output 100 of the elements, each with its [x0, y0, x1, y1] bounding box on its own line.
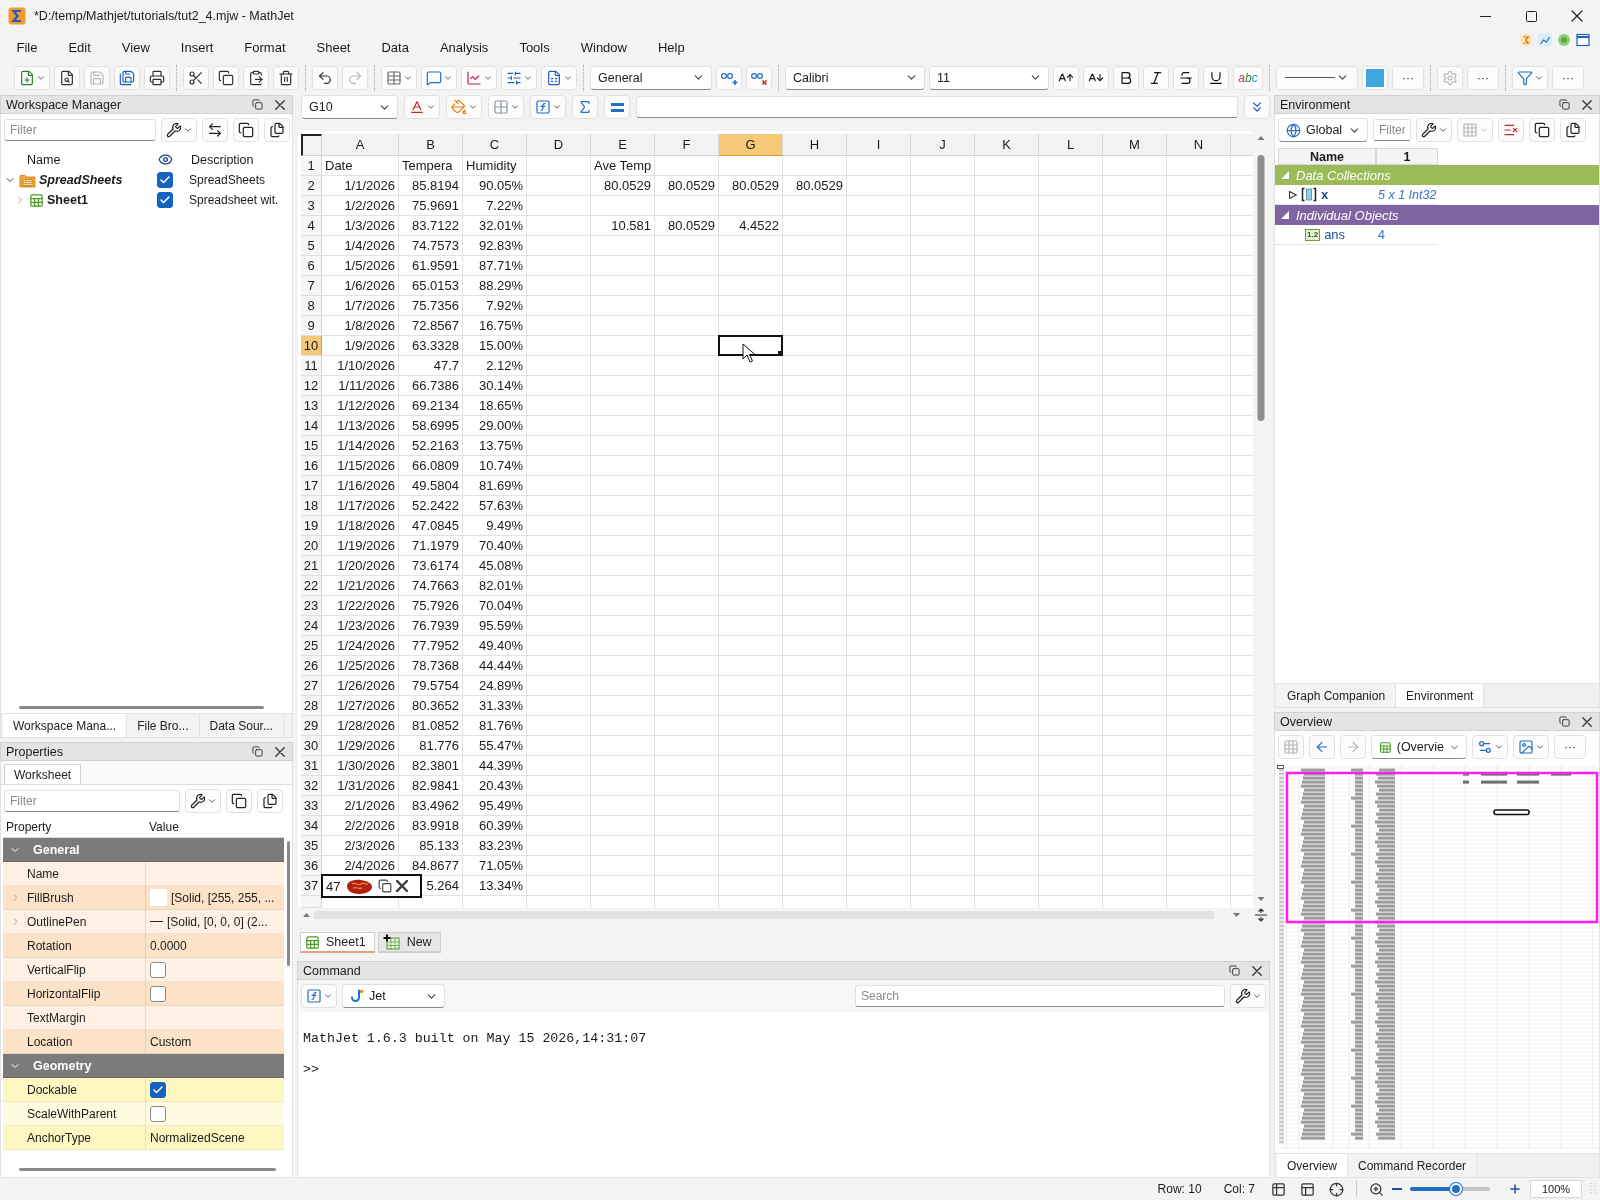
- shrink-font-button[interactable]: [1083, 65, 1109, 90]
- spreadsheet-cell[interactable]: 44.39%: [463, 756, 527, 776]
- spreadsheet-cell[interactable]: 74.7663: [399, 576, 463, 596]
- number-format-dropdown[interactable]: General: [590, 65, 712, 90]
- spreadsheet-cell[interactable]: 1/30/2026: [322, 756, 399, 776]
- spreadsheet-cell[interactable]: 1/29/2026: [322, 736, 399, 756]
- language-dropdown[interactable]: Jet: [342, 984, 445, 1008]
- spreadsheet-cell[interactable]: 1/5/2026: [322, 256, 399, 276]
- sheet-dropdown[interactable]: (Overvie: [1371, 735, 1467, 759]
- row-header[interactable]: 33: [301, 796, 322, 816]
- bold-button[interactable]: [1113, 65, 1139, 90]
- spreadsheet-cell[interactable]: 83.23%: [463, 836, 527, 856]
- column-header[interactable]: K: [975, 134, 1039, 156]
- restore-window-icon[interactable]: [378, 879, 393, 893]
- spreadsheet-cell[interactable]: 84.8677: [399, 856, 463, 876]
- row-header[interactable]: 13: [301, 396, 322, 416]
- row-header[interactable]: 22: [301, 576, 322, 596]
- column-header[interactable]: J: [911, 134, 975, 156]
- copy-button[interactable]: [213, 65, 239, 90]
- spreadsheet-cell[interactable]: 30.14%: [463, 376, 527, 396]
- grid-view-icon[interactable]: [1271, 1181, 1286, 1197]
- underline-button[interactable]: [1203, 65, 1229, 90]
- copy-windows-button[interactable]: [233, 118, 259, 142]
- filter-field[interactable]: Filter: [4, 119, 156, 141]
- row-header[interactable]: 2: [301, 176, 322, 196]
- column-header[interactable]: M: [1103, 134, 1167, 156]
- spreadsheet-cell[interactable]: 7.92%: [463, 296, 527, 316]
- column-header[interactable]: L: [1039, 134, 1103, 156]
- slider-thumb[interactable]: [1450, 1183, 1462, 1195]
- close-icon[interactable]: [275, 99, 285, 110]
- row-header[interactable]: 5: [301, 236, 322, 256]
- filter-field[interactable]: Filter: [4, 790, 180, 812]
- spreadsheet-cell[interactable]: 77.7952: [399, 636, 463, 656]
- spreadsheet-cell[interactable]: 75.7926: [399, 596, 463, 616]
- float-window-icon[interactable]: [252, 99, 263, 110]
- spreadsheet-cell[interactable]: 1/20/2026: [322, 556, 399, 576]
- spreadsheet-cell[interactable]: 1/14/2026: [322, 436, 399, 456]
- spreadsheet-cell[interactable]: 85.8194: [399, 176, 463, 196]
- row-header[interactable]: 36: [301, 856, 322, 876]
- clear-button[interactable]: [1498, 118, 1524, 142]
- spreadsheet-cell[interactable]: 58.6995: [399, 416, 463, 436]
- spreadsheet-cell[interactable]: Ave Temp: [591, 156, 655, 176]
- spreadsheet-cell[interactable]: 55.47%: [463, 736, 527, 756]
- filter-field[interactable]: Filter: [1373, 119, 1411, 141]
- wrench-button[interactable]: [161, 118, 197, 142]
- collapse-button[interactable]: [1244, 95, 1270, 119]
- menu-item[interactable]: Insert: [165, 39, 229, 55]
- row-header[interactable]: 3: [301, 196, 322, 216]
- formula-input-field[interactable]: [636, 96, 1238, 118]
- column-header[interactable]: B: [399, 134, 463, 156]
- paste-button[interactable]: [243, 65, 269, 90]
- spreadsheet-cell[interactable]: 1/19/2026: [322, 536, 399, 556]
- row-header[interactable]: 9: [301, 316, 322, 336]
- menu-item[interactable]: Format: [228, 39, 301, 55]
- horizontal-scrollbar[interactable]: [19, 706, 264, 709]
- variable-name[interactable]: ans: [1324, 227, 1346, 242]
- menu-item[interactable]: File: [1, 39, 53, 55]
- spreadsheet-cell[interactable]: 1/13/2026: [322, 416, 399, 436]
- spreadsheet-cell[interactable]: 60.39%: [463, 816, 527, 836]
- spreadsheet-cell[interactable]: 1/12/2026: [322, 396, 399, 416]
- spreadsheet-cell[interactable]: 45.08%: [463, 556, 527, 576]
- more-button[interactable]: ···: [1552, 65, 1584, 90]
- spreadsheet-cell[interactable]: 87.71%: [463, 256, 527, 276]
- spreadsheet-cell[interactable]: 88.29%: [463, 276, 527, 296]
- row-header[interactable]: 16: [301, 456, 322, 476]
- variable-name[interactable]: x: [1321, 187, 1329, 202]
- row-header[interactable]: 6: [301, 256, 322, 276]
- row-header[interactable]: 26: [301, 656, 322, 676]
- close-icon[interactable]: [396, 880, 409, 892]
- print-button[interactable]: [144, 65, 170, 90]
- menu-item[interactable]: Data: [366, 39, 425, 55]
- menu-item[interactable]: Help: [642, 39, 701, 55]
- panel-tab[interactable]: Workspace Mana...: [3, 714, 128, 737]
- row-header[interactable]: 29: [301, 716, 322, 736]
- spreadsheet-cell[interactable]: 90.05%: [463, 176, 527, 196]
- spreadsheet-cell[interactable]: 1/23/2026: [322, 616, 399, 636]
- select-all-corner[interactable]: [301, 134, 322, 156]
- float-window-icon[interactable]: [1229, 965, 1240, 976]
- checkbox[interactable]: [150, 1105, 166, 1122]
- close-icon[interactable]: [1582, 716, 1592, 727]
- row-header[interactable]: 21: [301, 556, 322, 576]
- spreadsheet-cell[interactable]: 95.59%: [463, 616, 527, 636]
- column-header[interactable]: A: [322, 134, 399, 156]
- copy-windows-button[interactable]: [1529, 118, 1555, 142]
- cut-button[interactable]: [183, 65, 209, 90]
- spreadsheet-cell[interactable]: 1/7/2026: [322, 296, 399, 316]
- spreadsheet-cell[interactable]: 82.01%: [463, 576, 527, 596]
- spreadsheet-cell[interactable]: 1/26/2026: [322, 676, 399, 696]
- row-header[interactable]: 18: [301, 496, 322, 516]
- spreadsheet-cell[interactable]: 29.00%: [463, 416, 527, 436]
- strike-button[interactable]: [1173, 65, 1199, 90]
- row-header[interactable]: 15: [301, 436, 322, 456]
- collapsed-triangle-icon[interactable]: [1289, 190, 1297, 199]
- slider-button[interactable]: [501, 65, 537, 90]
- spreadsheet-cell[interactable]: 66.0809: [399, 456, 463, 476]
- spreadsheet-cell[interactable]: 4.4522: [719, 216, 783, 236]
- italic-button[interactable]: [1143, 65, 1169, 90]
- back-button[interactable]: [1309, 735, 1335, 759]
- zoom-level-field[interactable]: 100%: [1530, 1180, 1582, 1198]
- sheet-settings-button[interactable]: [1472, 735, 1508, 759]
